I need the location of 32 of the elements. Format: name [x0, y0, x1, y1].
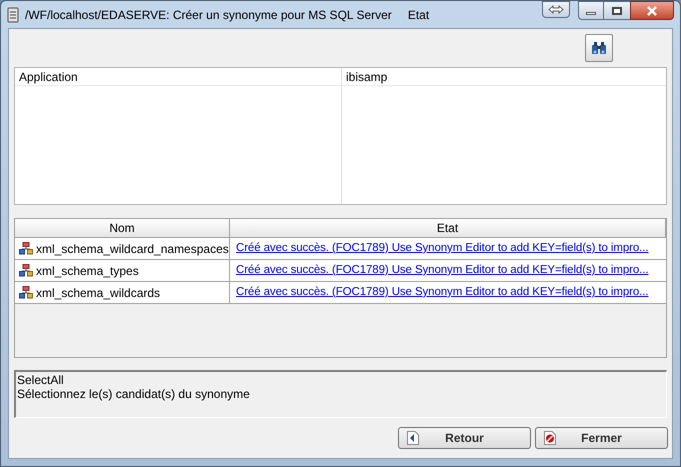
property-value: ibisamp: [346, 70, 388, 84]
stop-icon: [544, 431, 556, 445]
window-title: /WF/localhost/EDASERVE: Créer un synonyme pour MS SQL Server: [25, 6, 392, 24]
maximize-button[interactable]: [604, 1, 630, 20]
server-icon: [7, 6, 19, 22]
column-header[interactable]: Etat: [230, 219, 666, 238]
message-text: Sélectionnez le(s) candidat(s) du synonyme: [17, 387, 250, 401]
status-link[interactable]: Créé avec succès. (FOC1789) Use Synonym Editor to add KEY=field(s) to impro...: [236, 240, 648, 258]
left-arrow-icon: [407, 431, 419, 445]
close-button[interactable]: [630, 1, 674, 20]
resize-button[interactable]: [542, 1, 570, 18]
back-button[interactable]: Retour: [398, 427, 531, 449]
table-icon: [19, 242, 33, 255]
status-link[interactable]: Créé avec succès. (FOC1789) Use Synonym Editor to add KEY=field(s) to impro...: [236, 262, 648, 280]
binoculars-icon: [591, 40, 607, 56]
table-icon: [19, 286, 33, 299]
message-text: SelectAll: [17, 373, 64, 387]
table-icon: [19, 264, 33, 277]
status-link[interactable]: Créé avec succès. (FOC1789) Use Synonym Editor to add KEY=field(s) to impro...: [236, 284, 648, 302]
double-arrow-icon: [548, 5, 564, 14]
window-status: Etat: [408, 6, 430, 24]
minimize-button[interactable]: [578, 1, 604, 20]
minimize-icon: [586, 12, 596, 15]
maximize-icon: [612, 6, 622, 14]
close-icon: [646, 6, 658, 16]
table-cell-text: xml_schema_wildcards: [36, 284, 160, 302]
property-name: Application: [19, 70, 78, 84]
search-button[interactable]: [585, 34, 613, 62]
close-button[interactable]: Fermer: [535, 427, 668, 449]
table-cell-text: xml_schema_types: [36, 262, 139, 280]
column-header[interactable]: Nom: [15, 219, 230, 238]
table-cell-text: xml_schema_wildcard_namespaces: [36, 240, 229, 258]
